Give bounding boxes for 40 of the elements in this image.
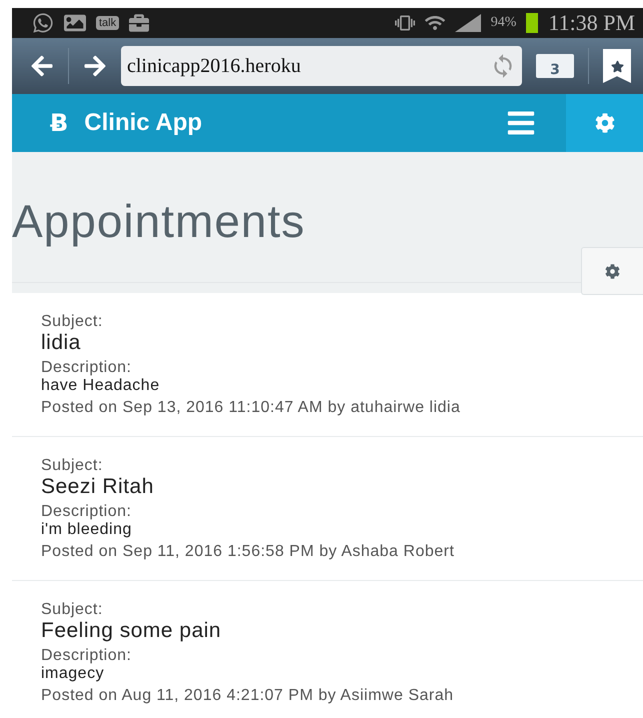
forward-icon[interactable] [83, 54, 107, 78]
subject-label: Subject: [41, 601, 104, 619]
description-text: imagecy [41, 665, 106, 683]
clock-time: 11:38 PM [548, 10, 635, 36]
settings-icon [594, 113, 614, 133]
description-label: Description: [41, 503, 132, 521]
back-icon[interactable] [30, 54, 54, 78]
appointment-card[interactable]: Subject: lidia Description: have Headache Posted on Sep 13, 2016 11:10:47 AM by atuhairwe lidia [12, 293, 643, 437]
subject-text: Seezi Ritah [41, 475, 155, 499]
bookmark-button[interactable] [603, 49, 631, 83]
subject-label: Subject: [41, 313, 104, 331]
appointment-card[interactable]: Subject: Seezi Ritah Description: i'm bleeding Posted on Sep 11, 2016 1:56:58 PM by Ashaba Robert [12, 437, 643, 581]
subject-text: Feeling some pain [41, 619, 222, 643]
appointment-card[interactable]: Subject: Feeling some pain Description: imagecy Posted on Aug 11, 2016 4:21:07 PM by Asiimwe Sarah [12, 581, 643, 718]
wifi-icon [424, 13, 445, 33]
app-logo: Ƀ [50, 109, 68, 137]
description-label: Description: [41, 647, 132, 665]
settings-button[interactable] [581, 247, 643, 295]
settings-button[interactable] [566, 94, 643, 152]
vibrate-icon [394, 13, 415, 33]
star-icon [610, 60, 624, 72]
page-title: Appointments [12, 194, 306, 248]
posted-info: Posted on Aug 11, 2016 4:21:07 PM by Asiimwe Sarah [41, 687, 455, 705]
settings-icon [605, 264, 620, 278]
tabs-button[interactable]: 3 [536, 54, 574, 78]
description-text: i'm bleeding [41, 521, 133, 539]
battery-percent: 94% [490, 15, 516, 31]
talk-icon: talk [96, 16, 120, 30]
description-text: have Headache [41, 377, 161, 395]
image-icon [64, 12, 86, 34]
subject-text: lidia [41, 331, 82, 355]
posted-info: Posted on Sep 13, 2016 11:10:47 AM by atuhairwe lidia [41, 399, 462, 417]
chat-icon [32, 12, 54, 34]
description-label: Description: [41, 359, 132, 377]
briefcase-icon [129, 13, 150, 33]
posted-info: Posted on Sep 11, 2016 1:56:58 PM by Ashaba Robert [41, 543, 456, 561]
subject-label: Subject: [41, 457, 104, 475]
battery-icon [526, 13, 538, 33]
url-field[interactable]: clinicapp2016.heroku [121, 46, 522, 86]
signal-icon [454, 14, 481, 32]
